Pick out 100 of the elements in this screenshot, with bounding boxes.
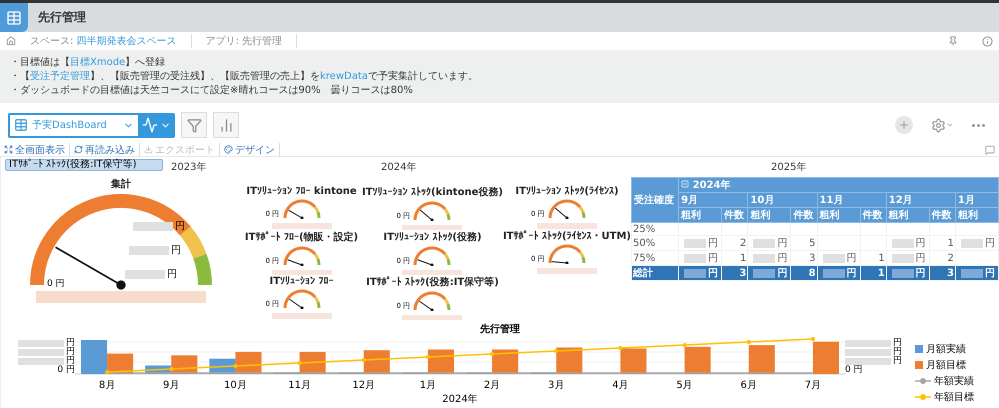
text-link[interactable]: 目標Xmode — [70, 57, 126, 68]
legend-item[interactable]: 年額実績 — [915, 374, 985, 388]
table-cell: 2 — [948, 252, 954, 264]
dashboard-action[interactable]: デザイン — [224, 142, 280, 156]
redacted-value — [845, 349, 891, 356]
data-point — [490, 352, 494, 356]
redacted-value — [753, 254, 776, 262]
table-cell-text: 円 — [916, 237, 926, 250]
table-cell-text: 円 — [708, 252, 718, 265]
table-icon — [14, 118, 28, 132]
pin-icon[interactable] — [948, 36, 958, 46]
dashboard-action[interactable]: 再読み込み — [74, 142, 140, 156]
table-cell-text: 円 — [984, 267, 995, 280]
text-link[interactable]: 四半期発表会スペース — [76, 36, 177, 47]
comment-icon[interactable] — [985, 144, 995, 154]
redacted-value — [272, 223, 332, 229]
gauge-label: 円 — [171, 244, 181, 257]
description-text: ・目標値は【目標Xmode】へ登録 — [10, 57, 166, 69]
redacted-value — [822, 254, 845, 262]
refresh-icon — [74, 145, 83, 154]
redacted-value — [684, 268, 706, 278]
redacted-value — [960, 238, 983, 248]
axis-label: 8月 — [98, 379, 116, 392]
table-header: 粗利 — [886, 208, 930, 222]
axis-label: 12月 — [351, 379, 376, 392]
gauge-title: ITｻﾎﾟｰﾄ ｽﾄｯｸ(ﾗｲｾﾝｽ・UTM) — [502, 230, 631, 242]
breadcrumb-item: アプリ: 先行管理 — [192, 34, 298, 48]
data-point — [618, 346, 622, 350]
text-link[interactable]: krewData — [320, 71, 368, 82]
timeline-year: 2023年 — [171, 161, 208, 175]
filter-tag[interactable]: ITｻﾎﾟｰﾄ ｽﾄｯｸ(役務:IT保守等) — [5, 159, 163, 171]
view-dropdown[interactable]: 予実DashBoard — [10, 114, 138, 136]
dashboard-action[interactable]: 全画面表示 — [4, 142, 70, 156]
row-label: 25% — [632, 222, 679, 236]
settings-icon — [931, 118, 946, 132]
table-header: 10月 — [748, 192, 818, 208]
axis-label: 円 — [893, 348, 902, 357]
gauge-label: 円 — [167, 268, 177, 281]
axis-label: 円 — [66, 339, 75, 348]
redacted-value — [892, 268, 914, 278]
axis-label: 5月 — [675, 379, 694, 392]
table-cell: 3 — [946, 268, 954, 278]
table-cell-text: 円 — [777, 267, 788, 280]
redacted-value — [892, 254, 914, 262]
data-point — [233, 364, 238, 368]
table-cell: 5 — [809, 238, 816, 248]
legend-item[interactable]: 年額目標 — [915, 390, 985, 404]
axis-label: 9月 — [162, 379, 180, 392]
timeline-year: 2025年 — [771, 161, 808, 175]
plus-icon — [898, 119, 910, 131]
table-cell-text: 円 — [846, 267, 857, 280]
home-icon[interactable] — [6, 36, 16, 46]
table-cell-text: 円 — [708, 267, 718, 280]
table-cell-text: 円 — [916, 267, 926, 280]
redacted-value — [684, 238, 706, 248]
table-header: 粗利 — [748, 208, 791, 222]
redacted-value — [536, 268, 597, 274]
app-icon[interactable] — [0, 3, 28, 32]
legend-item[interactable]: 月額実績 — [915, 342, 985, 356]
redacted-value — [129, 246, 169, 254]
table-header: 2024年 — [678, 178, 998, 192]
data-point — [362, 358, 366, 362]
filter-button[interactable] — [181, 112, 207, 138]
row-label: 75% — [632, 250, 679, 266]
data-point — [426, 355, 430, 359]
data-point — [105, 370, 110, 374]
row-label: 総計 — [632, 266, 679, 280]
chart-title: 先行管理 — [480, 322, 520, 336]
gauge-label: 0 円 — [47, 278, 65, 290]
redacted-value — [753, 268, 776, 278]
axis-label: 2月 — [482, 379, 502, 392]
redacted-value — [960, 268, 983, 278]
redacted-value — [753, 238, 776, 248]
chart-button[interactable] — [213, 112, 239, 138]
axis-label: 7月 — [804, 379, 822, 392]
redacted-value — [402, 270, 462, 275]
redacted-value — [402, 315, 462, 320]
text-link[interactable]: 受注予定管理 — [30, 71, 90, 82]
download-icon — [144, 145, 153, 154]
data-point — [169, 367, 174, 371]
table-header: 件数 — [860, 208, 886, 222]
breadcrumb-item: スペース: 四半期発表会スペース — [16, 34, 192, 48]
redacted-value — [125, 270, 165, 278]
gauge-title: 集計 — [111, 178, 131, 191]
gauge-title: ITｿﾘｭｰｼｮﾝ ｽﾄｯｸ(役務) — [383, 230, 482, 244]
bar — [684, 346, 711, 374]
timeline-year: 2024年 — [381, 161, 418, 175]
gauge-title: ITｿﾘｭｰｼｮﾝ ｽﾄｯｸ(kintone役務) — [362, 186, 503, 199]
redacted-value — [272, 313, 332, 319]
info-icon[interactable] — [982, 36, 993, 46]
table-header: 件数 — [790, 208, 818, 222]
collapse-icon[interactable] — [681, 180, 690, 188]
table-header: 12月 — [886, 192, 956, 208]
axis-label: 0 円 — [57, 366, 75, 375]
redacted-value — [845, 358, 891, 365]
redacted-value — [18, 340, 64, 347]
redacted-value — [18, 358, 64, 365]
data-point — [682, 343, 687, 347]
redacted-value — [684, 254, 706, 262]
legend-item[interactable]: 月額目標 — [915, 358, 985, 372]
